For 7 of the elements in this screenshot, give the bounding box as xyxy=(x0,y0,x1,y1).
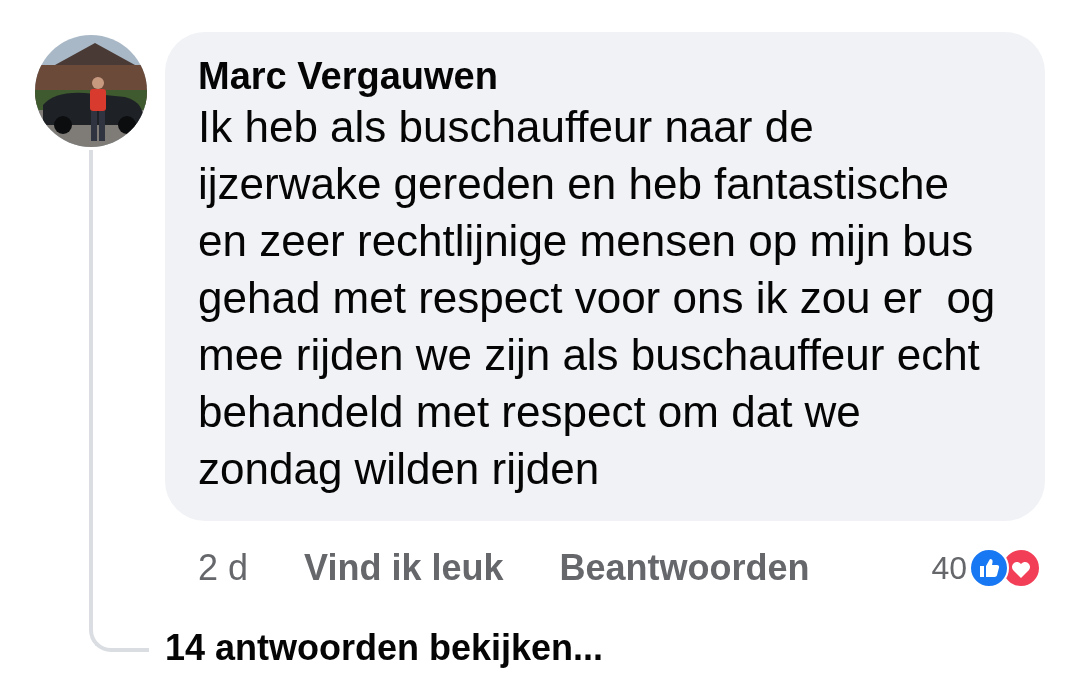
comment-text: Ik heb als buschauffeur naar de ijzerwake gereden en heb fantastische en zeer rechtlijnige mensen op mijn bus gehad met respect voor ons ik zou er og mee rijden we zijn als buschauffeur echt behandeld met respect om dat we zondag wilden rijden xyxy=(198,101,997,495)
author-name[interactable]: Marc Vergauwen xyxy=(198,54,1025,98)
view-replies-link[interactable]: 14 antwoorden bekijken... xyxy=(165,621,604,675)
like-link[interactable]: Vind ik leuk xyxy=(304,541,504,595)
reaction-count[interactable]: 40 xyxy=(931,544,967,592)
reply-link[interactable]: Beantwoorden xyxy=(559,541,810,595)
comment-time[interactable]: 2 d xyxy=(198,541,249,595)
